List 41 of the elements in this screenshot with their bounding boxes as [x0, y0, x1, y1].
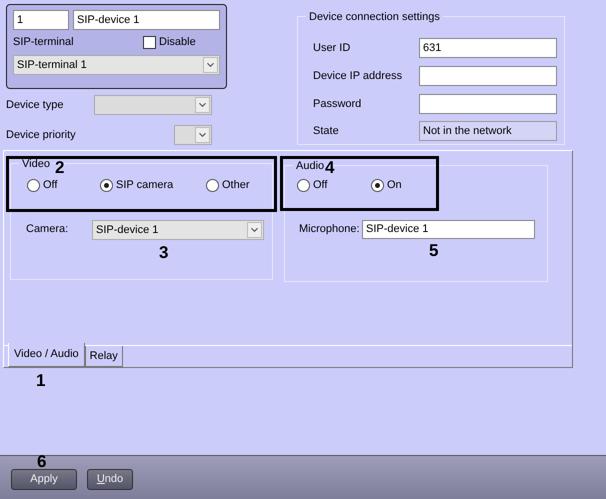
radio-option[interactable]: SIP camera — [100, 177, 206, 194]
text-field[interactable]: 631 — [419, 38, 557, 58]
text-field[interactable] — [419, 66, 557, 86]
callout-number: 3 — [159, 244, 168, 261]
action-button[interactable]: Undo — [87, 469, 133, 490]
tab[interactable]: Video / Audio — [8, 342, 85, 367]
chevron-icon — [203, 57, 218, 73]
disable-checkbox[interactable]: Disable — [143, 34, 196, 51]
microphone-field[interactable]: SIP-device 1 — [362, 220, 535, 238]
field-label: User ID — [313, 40, 352, 56]
field-label: Camera: — [26, 222, 70, 238]
chevron-icon — [247, 222, 262, 238]
field-label: State — [313, 124, 340, 139]
callout-number: 5 — [429, 242, 438, 259]
number-field[interactable]: 1 — [13, 10, 69, 30]
terminal-dropdown[interactable]: SIP-terminal 1 — [13, 55, 220, 75]
device-type-dropdown[interactable] — [94, 95, 212, 115]
tab[interactable]: Relay — [84, 346, 123, 367]
field-label: Microphone: — [299, 222, 361, 237]
camera-dropdown[interactable]: SIP-device 1 — [92, 220, 264, 240]
callout-number: 6 — [37, 453, 46, 470]
chevron-icon — [195, 97, 210, 113]
field-label: Device type — [6, 98, 64, 113]
state-field: Not in the network — [419, 121, 557, 141]
text-field[interactable] — [419, 94, 557, 114]
field-label: Password — [313, 96, 362, 112]
radio-option[interactable]: On — [371, 177, 431, 194]
chevron-icon — [195, 127, 210, 143]
radio-option[interactable]: Off — [27, 177, 100, 194]
field-label: Device priority — [6, 128, 77, 143]
name-field[interactable]: SIP-device 1 — [73, 10, 220, 30]
radio-option[interactable]: Off — [297, 177, 371, 194]
callout-number: 4 — [325, 159, 334, 176]
priority-dropdown[interactable] — [174, 125, 212, 145]
callout-number: 2 — [55, 159, 64, 176]
group-title: Device connection settings — [306, 9, 443, 26]
field-label: Device IP address — [313, 68, 404, 84]
action-button[interactable]: Apply — [11, 469, 77, 490]
field-label: SIP-terminal — [13, 35, 75, 50]
callout-number: 1 — [36, 372, 46, 389]
radio-option[interactable]: Other — [206, 177, 266, 194]
